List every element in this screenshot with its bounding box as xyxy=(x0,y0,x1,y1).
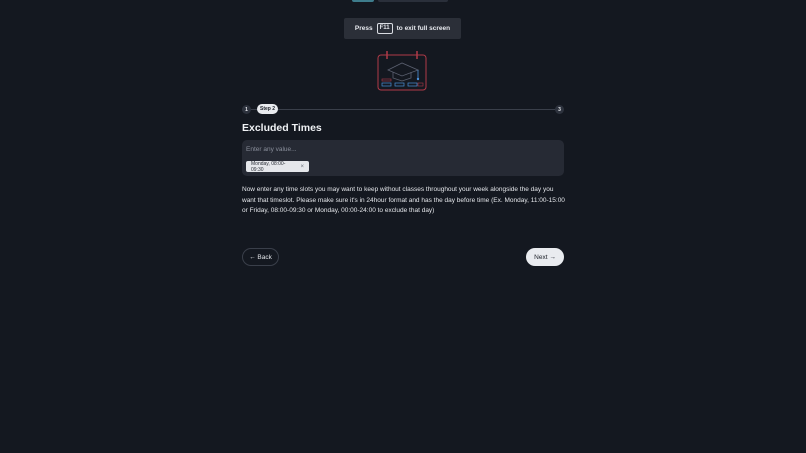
top-progress-accent xyxy=(352,0,374,2)
banner-suffix: to exit full screen xyxy=(396,25,451,32)
chip-remove-icon[interactable]: × xyxy=(300,164,304,170)
excluded-times-input[interactable]: Enter any value... Monday, 08:00-09:30 × xyxy=(242,140,564,176)
input-placeholder[interactable]: Enter any value... xyxy=(246,146,297,153)
back-button[interactable]: ← Back xyxy=(242,248,279,266)
step-3-indicator[interactable]: 3 xyxy=(555,105,564,114)
instructions-text: Now enter any time slots you may want to… xyxy=(242,186,565,214)
chip-label: Monday, 08:00-09:30 xyxy=(251,160,286,173)
time-chip: Monday, 08:00-09:30 × xyxy=(246,160,309,173)
banner-prefix: Press xyxy=(354,25,373,32)
section-title: Excluded Times xyxy=(242,122,322,134)
f11-key-badge: F11 xyxy=(376,23,393,34)
step-progress: 1 Step 2 3 xyxy=(242,104,564,114)
fullscreen-banner: Press F11 to exit full screen xyxy=(344,18,461,39)
step-1-indicator[interactable]: 1 xyxy=(242,105,251,114)
calendar-illustration-icon xyxy=(377,51,427,91)
step-progress-line xyxy=(248,109,558,110)
current-step-pill: Step 2 xyxy=(257,104,278,114)
top-progress-track xyxy=(378,0,448,2)
wizard-page: Press F11 to exit full screen 1 Step 2 3… xyxy=(0,0,806,453)
next-button[interactable]: Next → xyxy=(526,248,564,266)
